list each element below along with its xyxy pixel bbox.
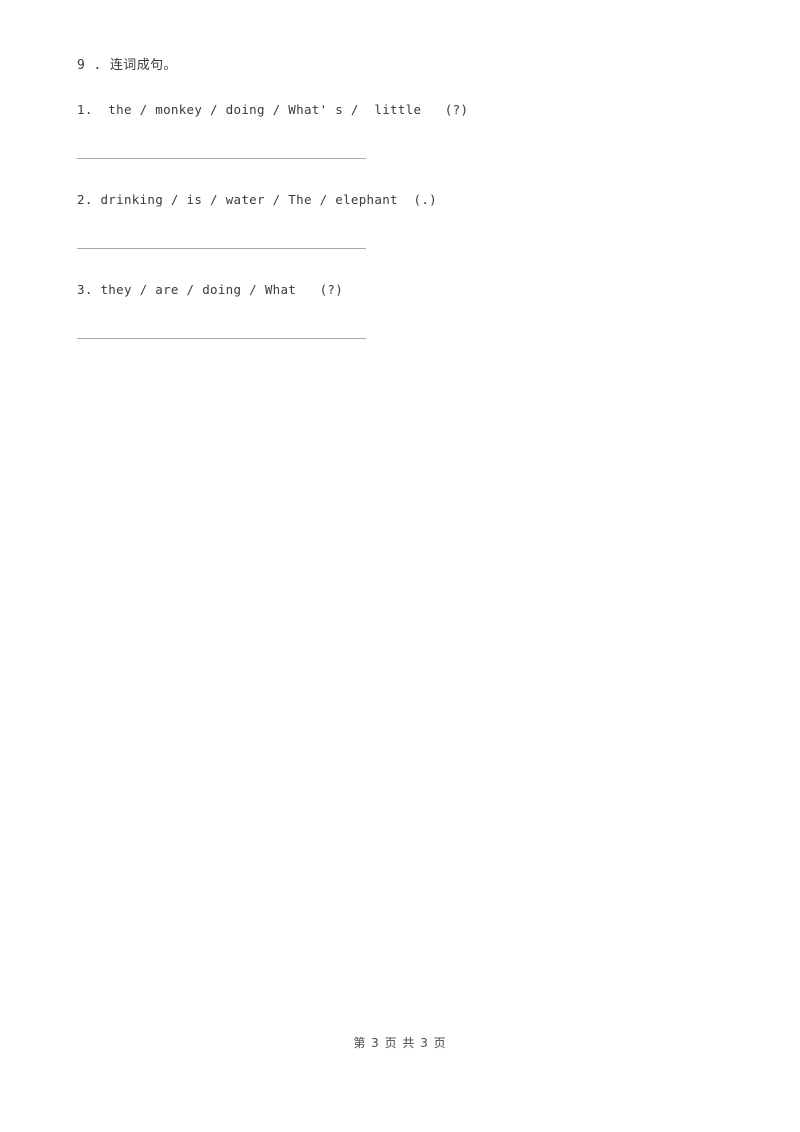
- question-item-1: 1. the / monkey / doing / What' s / litt…: [77, 102, 577, 118]
- answer-line-2[interactable]: [77, 248, 366, 249]
- page-footer: 第 3 页 共 3 页: [353, 1036, 447, 1050]
- question-item-3: 3. they / are / doing / What (?): [77, 282, 577, 298]
- exercise-heading: 9 . 连词成句。: [77, 58, 177, 73]
- worksheet-page: 9 . 连词成句。 1. the / monkey / doing / What…: [0, 0, 800, 1132]
- question-prompt-3: 3. they / are / doing / What (?): [77, 282, 344, 297]
- answer-line-1[interactable]: [77, 158, 366, 159]
- question-item-2: 2. drinking / is / water / The / elephan…: [77, 192, 577, 208]
- answer-line-3[interactable]: [77, 338, 366, 339]
- question-prompt-1: 1. the / monkey / doing / What' s / litt…: [77, 102, 469, 117]
- question-prompt-2: 2. drinking / is / water / The / elephan…: [77, 192, 437, 207]
